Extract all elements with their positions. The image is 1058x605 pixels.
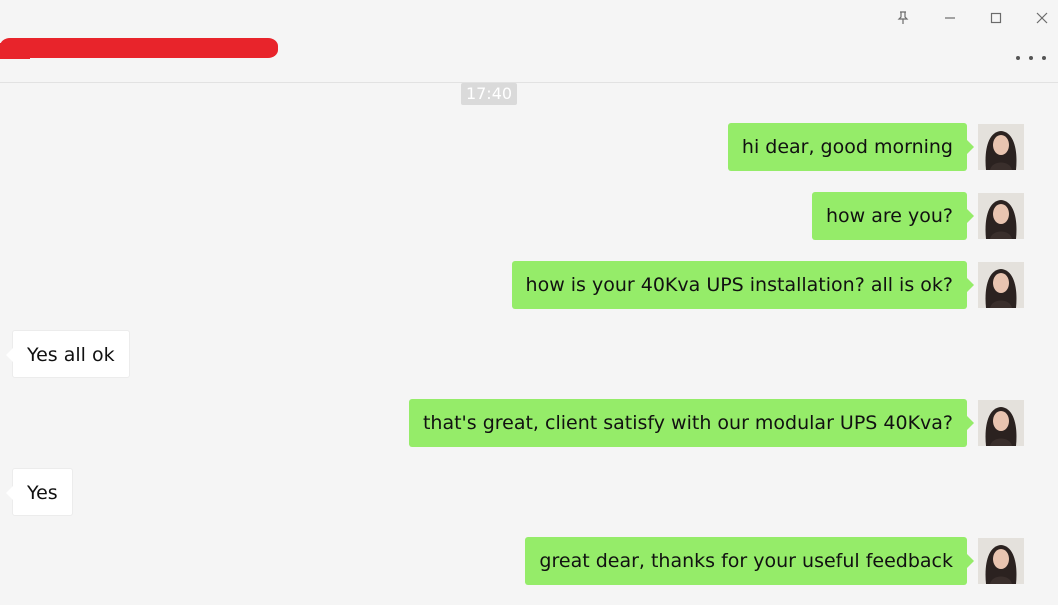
chat-window: 17:40 hi dear, good morning how are you?… bbox=[0, 0, 1058, 605]
avatar[interactable] bbox=[978, 193, 1024, 239]
outgoing-message[interactable]: hi dear, good morning bbox=[727, 123, 975, 171]
chat-header bbox=[0, 0, 1058, 83]
pin-icon[interactable] bbox=[891, 6, 915, 30]
outgoing-message[interactable]: that's great, client satisfy with our mo… bbox=[408, 399, 975, 447]
message-timestamp: 17:40 bbox=[461, 83, 517, 105]
incoming-message[interactable]: Yes all ok bbox=[6, 330, 130, 378]
outgoing-message[interactable]: how are you? bbox=[811, 192, 975, 240]
close-icon[interactable] bbox=[1030, 6, 1054, 30]
redacted-contact-name bbox=[0, 38, 278, 58]
minimize-icon[interactable] bbox=[938, 6, 962, 30]
incoming-message[interactable]: Yes bbox=[6, 468, 73, 516]
avatar[interactable] bbox=[978, 124, 1024, 170]
outgoing-message[interactable]: how is your 40Kva UPS installation? all … bbox=[511, 261, 975, 309]
maximize-icon[interactable] bbox=[984, 6, 1008, 30]
more-options-icon[interactable] bbox=[1016, 50, 1046, 66]
avatar[interactable] bbox=[978, 400, 1024, 446]
avatar[interactable] bbox=[978, 538, 1024, 584]
outgoing-message[interactable]: great dear, thanks for your useful feedb… bbox=[525, 537, 974, 585]
avatar[interactable] bbox=[978, 262, 1024, 308]
